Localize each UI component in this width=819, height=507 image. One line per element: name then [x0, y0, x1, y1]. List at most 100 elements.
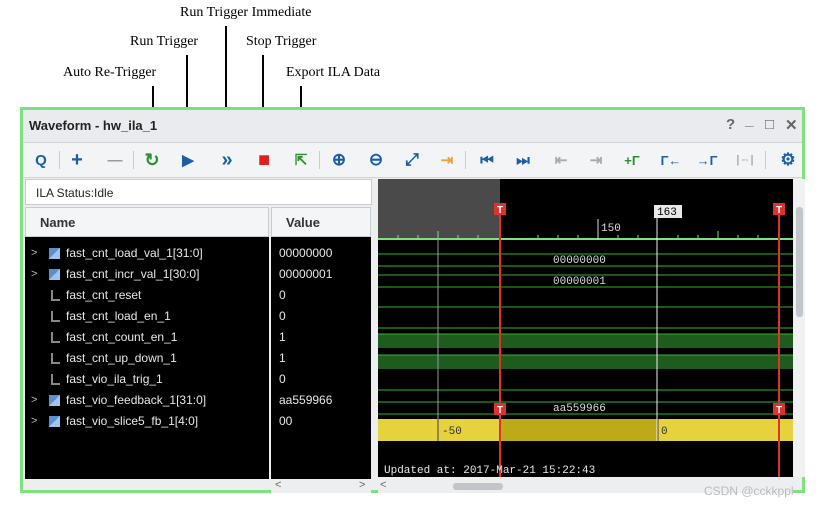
signal-name: fast_cnt_count_en_1	[66, 330, 178, 344]
help-button[interactable]: ?	[726, 116, 735, 133]
ila-status: ILA Status:Idle	[25, 179, 372, 205]
signal-row[interactable]: > fast_vio_slice5_fb_1[4:0]	[25, 411, 269, 432]
bus-value-label: 00000001	[553, 276, 606, 288]
expand-chevron-icon[interactable]: >	[31, 264, 37, 285]
signal-value: 0	[279, 309, 286, 323]
minimize-button[interactable]: _	[745, 112, 753, 129]
previous-transition-icon[interactable]: ⇤	[549, 148, 573, 172]
expand-chevron-icon[interactable]: >	[31, 243, 37, 264]
next-transition-icon[interactable]: ⇥	[584, 148, 608, 172]
annotation-stop-trigger: Stop Trigger	[246, 34, 317, 49]
trigger-marker-label: T	[776, 405, 782, 416]
auto-retrigger-icon[interactable]: ↻	[140, 148, 164, 172]
next-marker-icon[interactable]: →Γ	[695, 148, 719, 172]
bit-signal-icon	[51, 353, 60, 364]
signal-row[interactable]: fast_cnt_reset	[25, 285, 269, 306]
bus-signal-icon	[49, 395, 60, 406]
bus-load-val: 00000000	[378, 253, 793, 267]
bit-signal-icon	[51, 311, 60, 322]
window-title: Waveform - hw_ila_1	[29, 118, 158, 133]
trigger-marker-label: T	[776, 205, 782, 216]
scroll-left-icon[interactable]: <	[380, 479, 386, 491]
previous-marker-icon[interactable]: Γ←	[659, 148, 683, 172]
trigger-marker-label: T	[497, 405, 503, 416]
bus-value-label: 00000000	[553, 255, 606, 267]
slice-segment	[658, 419, 793, 441]
pre-trigger-region	[378, 179, 500, 239]
run-trigger-immediate-icon[interactable]: »	[215, 148, 239, 172]
signal-value: aa559966	[279, 393, 333, 407]
bus-incr-val: 00000001	[378, 274, 793, 288]
signal-name: fast_cnt_reset	[66, 288, 142, 302]
bit-signal-icon	[51, 374, 60, 385]
go-to-start-icon[interactable]: ⏮	[475, 148, 499, 172]
watermark: CSDN @cckkppl	[704, 484, 794, 498]
toolbar-separator	[319, 151, 320, 169]
signal-name: fast_vio_feedback_1[31:0]	[66, 393, 207, 407]
signal-value-pane: 00000000 00000001 0 0 1 1 0 aa559966 00	[271, 237, 371, 467]
signal-value: 00	[279, 414, 293, 428]
cursor-label: 163	[657, 207, 677, 219]
bit-wave-up-down	[378, 355, 793, 369]
zoom-fit-icon[interactable]: ⤢	[400, 148, 424, 172]
scroll-left-icon[interactable]: <	[275, 479, 281, 491]
annotation-export-ila-data: Export ILA Data	[286, 65, 381, 80]
zoom-out-icon[interactable]: ⊖	[364, 148, 388, 172]
scroll-right-icon[interactable]: >	[359, 479, 365, 491]
signal-row[interactable]: fast_cnt_up_down_1	[25, 348, 269, 369]
slice-label: -50	[442, 426, 462, 438]
signal-value-pane-fill	[271, 467, 371, 479]
annotation-run-trigger: Run Trigger	[130, 34, 199, 49]
signal-value: 1	[279, 351, 286, 365]
waveform-vertical-scrollbar[interactable]	[794, 179, 805, 477]
value-column-header[interactable]: Value	[271, 207, 371, 237]
signal-row[interactable]: > fast_cnt_load_val_1[31:0]	[25, 243, 269, 264]
window-titlebar: Waveform - hw_ila_1 ? _ □ ✕	[23, 110, 802, 143]
add-marker-icon[interactable]: +Γ	[620, 148, 644, 172]
trigger-marker-label: T	[497, 205, 503, 216]
go-to-cursor-icon[interactable]: ⇥	[435, 148, 459, 172]
go-to-end-icon[interactable]: ⏭	[511, 148, 535, 172]
value-pane-horizontal-scrollbar[interactable]: < >	[271, 479, 371, 493]
slice-label: 0	[661, 426, 668, 438]
scrollbar-thumb[interactable]	[796, 207, 803, 317]
remove-icon[interactable]: —	[103, 148, 127, 172]
bit-wave-count-en	[378, 334, 793, 348]
signal-row[interactable]: fast_cnt_count_en_1	[25, 327, 269, 348]
horizontal-scrollbar-thumb[interactable]	[453, 483, 503, 490]
bus-value-label: aa559966	[553, 403, 606, 415]
export-ila-data-icon[interactable]: ⇱	[289, 148, 313, 172]
maximize-button[interactable]: □	[765, 116, 774, 133]
run-trigger-icon[interactable]: ▶	[176, 148, 200, 172]
close-button[interactable]: ✕	[785, 116, 798, 134]
settings-icon[interactable]: ⚙	[776, 148, 800, 172]
waveform-viewer[interactable]: 150 163 00000000 00000001 aa559966 -50 0…	[378, 179, 793, 477]
signal-name: fast_cnt_up_down_1	[66, 351, 177, 365]
signal-name: fast_cnt_load_en_1	[66, 309, 171, 323]
signal-row[interactable]: fast_vio_ila_trig_1	[25, 369, 269, 390]
signal-value: 00000001	[279, 267, 333, 281]
bus-signal-icon	[49, 416, 60, 427]
signal-value: 0	[279, 372, 286, 386]
signal-row[interactable]: fast_cnt_load_en_1	[25, 306, 269, 327]
signal-name: fast_cnt_load_val_1[31:0]	[66, 246, 203, 260]
value-column-label: Value	[286, 215, 320, 230]
signal-value: 0	[279, 288, 286, 302]
add-icon[interactable]: +	[65, 148, 89, 172]
updated-timestamp: Updated at: 2017-Mar-21 15:22:43	[384, 465, 595, 477]
expand-chevron-icon[interactable]: >	[31, 411, 37, 432]
stop-trigger-icon[interactable]: ■	[252, 148, 276, 172]
search-icon[interactable]: Q	[29, 148, 53, 172]
signal-name: fast_vio_ila_trig_1	[66, 372, 163, 386]
name-column-header[interactable]: Name	[25, 207, 269, 237]
bus-feedback: aa559966	[378, 401, 793, 415]
swap-cursors-icon[interactable]: |⇔|	[733, 148, 757, 172]
zoom-in-icon[interactable]: ⊕	[327, 148, 351, 172]
toolbar-separator	[59, 151, 60, 169]
toolbar-separator	[133, 151, 134, 169]
signal-row[interactable]: > fast_vio_feedback_1[31:0]	[25, 390, 269, 411]
expand-chevron-icon[interactable]: >	[31, 390, 37, 411]
signal-row[interactable]: > fast_cnt_incr_val_1[30:0]	[25, 264, 269, 285]
slice-segment	[378, 419, 438, 441]
signal-name-pane-fill	[25, 467, 269, 479]
